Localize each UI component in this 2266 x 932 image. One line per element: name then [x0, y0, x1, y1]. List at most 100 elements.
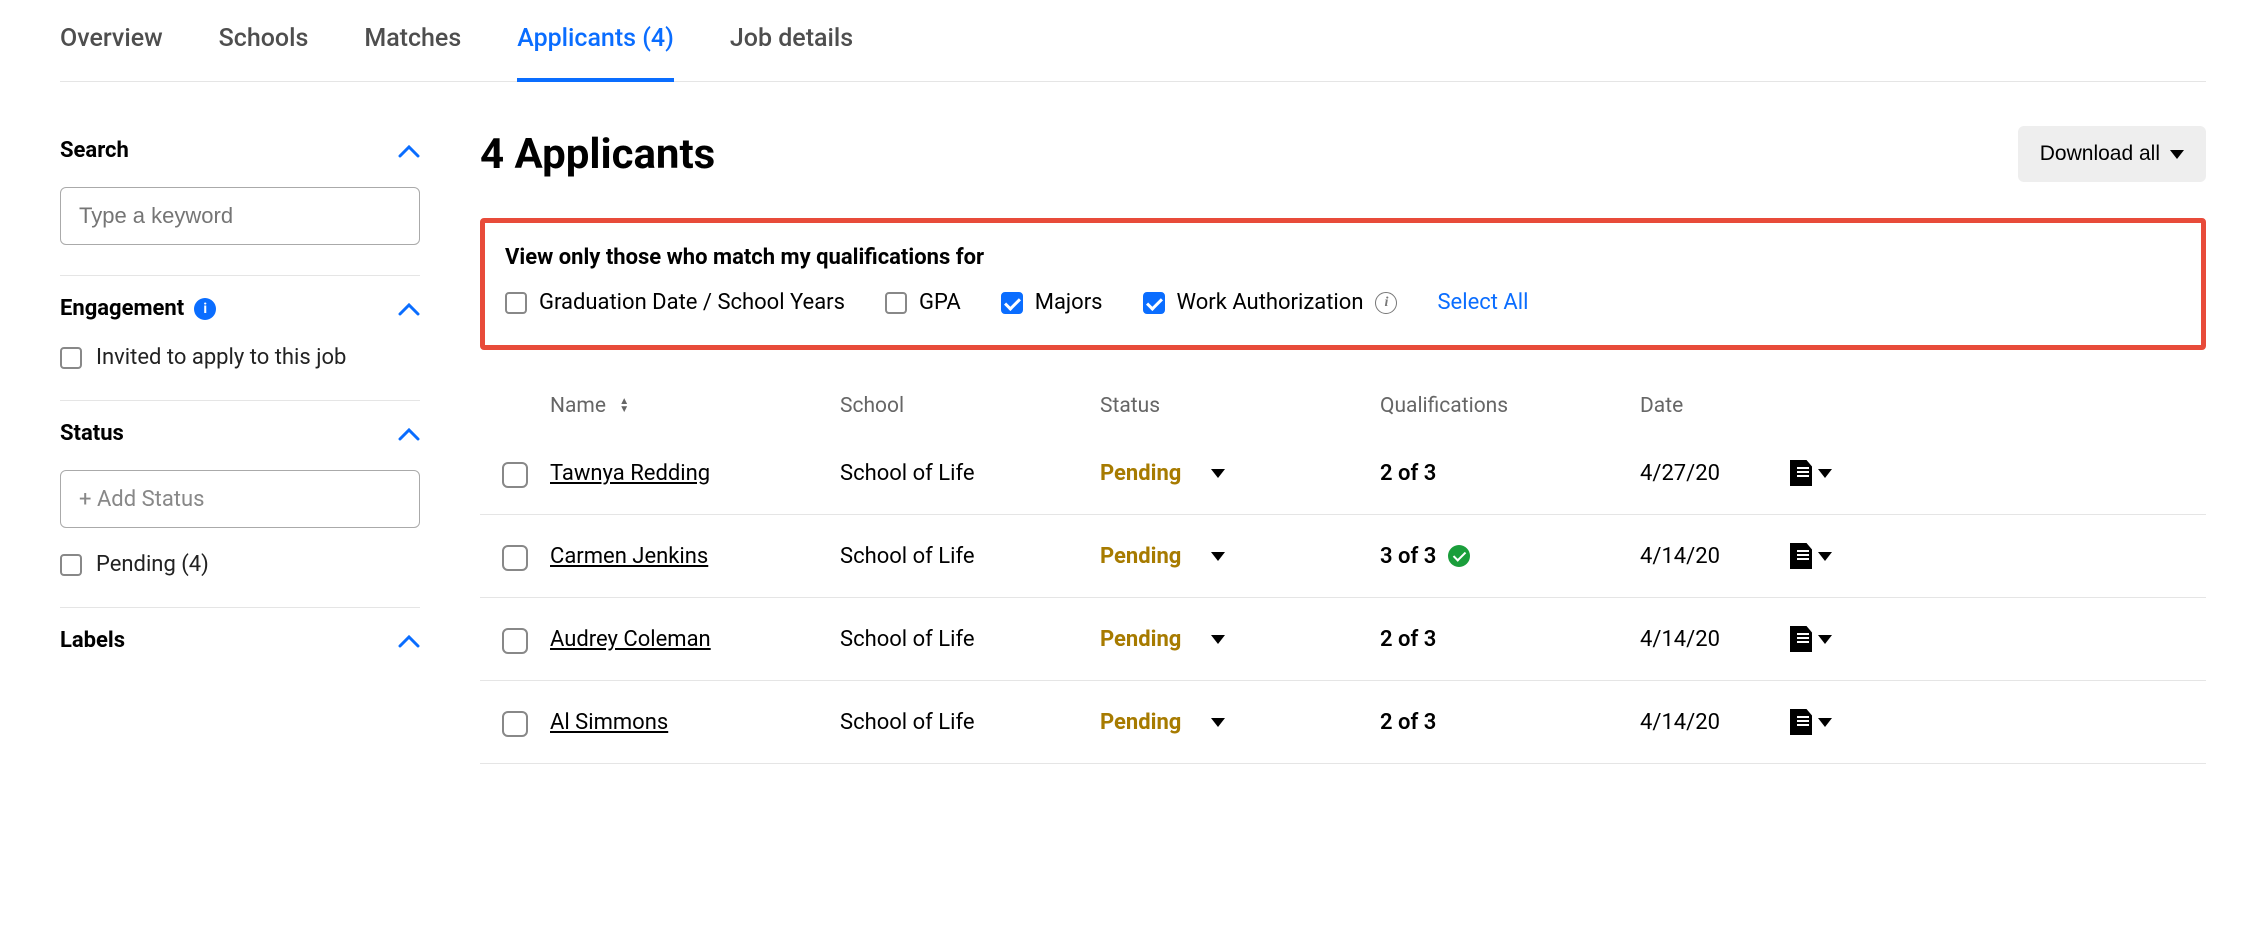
- caret-down-icon: [1818, 552, 1832, 561]
- sidebar-labels-title: Labels: [60, 628, 125, 653]
- status-dropdown[interactable]: Pending: [1100, 710, 1380, 735]
- qualification-count: 2 of 3: [1380, 710, 1640, 735]
- caret-down-icon: [1211, 552, 1225, 561]
- table-row: Tawnya Redding School of LifePending2 of …: [480, 432, 2206, 515]
- row-checkbox[interactable]: [502, 711, 528, 737]
- caret-down-icon: [1818, 469, 1832, 478]
- applicant-date: 4/14/20: [1640, 627, 1790, 652]
- caret-down-icon: [1211, 718, 1225, 727]
- column-name[interactable]: Name ▲▼: [550, 394, 840, 418]
- status-dropdown[interactable]: Pending: [1100, 627, 1380, 652]
- sidebar-search-title: Search: [60, 138, 129, 163]
- tab-matches[interactable]: Matches: [364, 0, 461, 81]
- filter-grad-label: Graduation Date / School Years: [539, 290, 845, 315]
- table-row: Carmen Jenkins School of LifePending3 of …: [480, 515, 2206, 598]
- info-icon[interactable]: i: [194, 298, 216, 320]
- filter-title: View only those who match my qualificati…: [505, 245, 2181, 270]
- document-menu[interactable]: [1790, 709, 2206, 735]
- info-outline-icon[interactable]: i: [1375, 292, 1397, 314]
- sidebar-section-status: Status + Add Status Pending (4): [60, 401, 420, 608]
- check-circle-icon: [1448, 545, 1470, 567]
- sidebar-status-header[interactable]: Status: [60, 421, 420, 446]
- chevron-up-icon: [398, 634, 420, 648]
- document-icon: [1790, 626, 1812, 652]
- tab-applicants[interactable]: Applicants (4): [517, 0, 674, 81]
- document-icon: [1790, 709, 1812, 735]
- tab-job-details[interactable]: Job details: [730, 0, 853, 81]
- row-checkbox[interactable]: [502, 545, 528, 571]
- select-all-link[interactable]: Select All: [1437, 290, 1528, 315]
- applicant-name-link[interactable]: Carmen Jenkins: [550, 544, 708, 569]
- caret-down-icon: [1211, 635, 1225, 644]
- status-dropdown[interactable]: Pending: [1100, 544, 1380, 569]
- search-input[interactable]: [60, 187, 420, 245]
- sort-icon: ▲▼: [619, 398, 629, 414]
- row-checkbox[interactable]: [502, 628, 528, 654]
- sidebar-section-labels: Labels: [60, 608, 420, 683]
- checkbox-majors[interactable]: [1001, 292, 1023, 314]
- sidebar-search-header[interactable]: Search: [60, 138, 420, 163]
- qualification-count: 2 of 3: [1380, 627, 1640, 652]
- chevron-up-icon: [398, 144, 420, 158]
- applicant-date: 4/14/20: [1640, 710, 1790, 735]
- table-row: Al Simmons School of LifePending2 of 34/1…: [480, 681, 2206, 764]
- checkbox-grad-date[interactable]: [505, 292, 527, 314]
- invited-label: Invited to apply to this job: [96, 345, 346, 370]
- checkbox-work-auth[interactable]: [1143, 292, 1165, 314]
- qualification-count: 3 of 3: [1380, 544, 1640, 569]
- column-qualifications[interactable]: Qualifications: [1380, 394, 1640, 418]
- tab-schools[interactable]: Schools: [219, 0, 309, 81]
- document-menu[interactable]: [1790, 460, 2206, 486]
- applicant-date: 4/14/20: [1640, 544, 1790, 569]
- sidebar-labels-header[interactable]: Labels: [60, 628, 420, 653]
- chevron-up-icon: [398, 302, 420, 316]
- filter-majors-label: Majors: [1035, 290, 1103, 315]
- applicant-school: School of Life: [840, 627, 1100, 652]
- qualification-count: 2 of 3: [1380, 461, 1640, 486]
- caret-down-icon: [1818, 635, 1832, 644]
- document-menu[interactable]: [1790, 543, 2206, 569]
- applicant-name-link[interactable]: Al Simmons: [550, 710, 668, 735]
- checkbox-invited[interactable]: [60, 347, 82, 369]
- document-icon: [1790, 460, 1812, 486]
- table-header: Name ▲▼ School Status Qualifications Dat…: [480, 380, 2206, 432]
- table-row: Audrey Coleman School of LifePending2 of …: [480, 598, 2206, 681]
- applicant-school: School of Life: [840, 461, 1100, 486]
- sidebar-status-title: Status: [60, 421, 124, 446]
- applicant-name-link[interactable]: Tawnya Redding: [550, 461, 710, 486]
- caret-down-icon: [1211, 469, 1225, 478]
- applicants-table: Name ▲▼ School Status Qualifications Dat…: [480, 380, 2206, 764]
- chevron-up-icon: [398, 427, 420, 441]
- column-status[interactable]: Status: [1100, 394, 1380, 418]
- sidebar-engagement-header[interactable]: Engagement i: [60, 296, 420, 321]
- caret-down-icon: [2170, 150, 2184, 159]
- document-icon: [1790, 543, 1812, 569]
- applicant-date: 4/27/20: [1640, 461, 1790, 486]
- column-school[interactable]: School: [840, 394, 1100, 418]
- sidebar: Search Engagement i Invited to apply to …: [60, 82, 420, 764]
- main-content: 4 Applicants Download all View only thos…: [480, 82, 2206, 764]
- add-status-input[interactable]: + Add Status: [60, 470, 420, 528]
- download-all-button[interactable]: Download all: [2018, 126, 2206, 182]
- document-menu[interactable]: [1790, 626, 2206, 652]
- sidebar-section-search: Search: [60, 138, 420, 276]
- filter-gpa-label: GPA: [919, 290, 961, 315]
- filter-work-auth-label: Work Authorization: [1177, 290, 1364, 315]
- column-date[interactable]: Date: [1640, 394, 1790, 418]
- page-title: 4 Applicants: [480, 130, 715, 179]
- tab-bar: Overview Schools Matches Applicants (4) …: [60, 0, 2206, 82]
- applicant-name-link[interactable]: Audrey Coleman: [550, 627, 711, 652]
- checkbox-pending[interactable]: [60, 554, 82, 576]
- sidebar-engagement-title: Engagement: [60, 296, 184, 321]
- applicant-school: School of Life: [840, 544, 1100, 569]
- tab-overview[interactable]: Overview: [60, 0, 163, 81]
- caret-down-icon: [1818, 718, 1832, 727]
- sidebar-section-engagement: Engagement i Invited to apply to this jo…: [60, 276, 420, 401]
- pending-label: Pending (4): [96, 552, 209, 577]
- row-checkbox[interactable]: [502, 462, 528, 488]
- download-all-label: Download all: [2040, 142, 2160, 166]
- status-dropdown[interactable]: Pending: [1100, 461, 1380, 486]
- qualification-filter-box: View only those who match my qualificati…: [480, 218, 2206, 350]
- applicant-school: School of Life: [840, 710, 1100, 735]
- checkbox-gpa[interactable]: [885, 292, 907, 314]
